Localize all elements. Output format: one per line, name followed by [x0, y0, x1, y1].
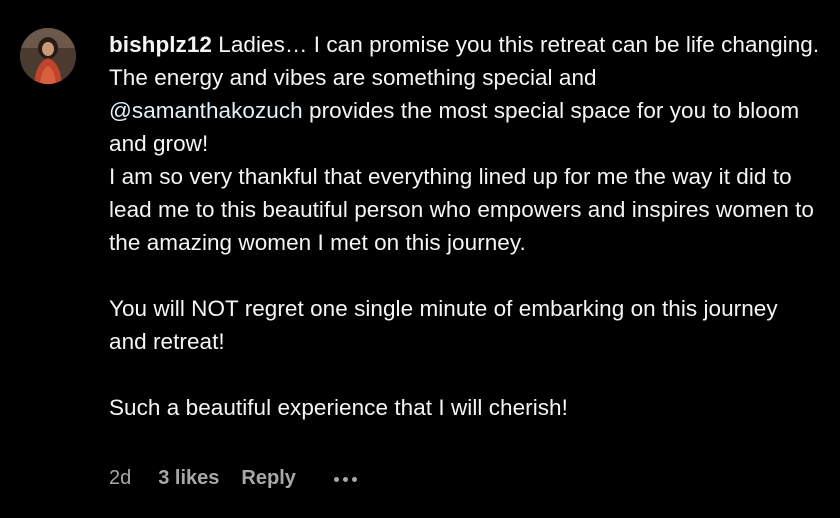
- dot: [342, 476, 348, 482]
- avatar-image: [20, 28, 76, 84]
- timestamp[interactable]: 2d: [109, 467, 131, 490]
- dot: [351, 476, 357, 482]
- mention-link[interactable]: @samanthakozuch: [109, 98, 303, 123]
- ellipsis-icon[interactable]: [333, 475, 357, 482]
- comment-body: bishplz12 Ladies… I can promise you this…: [109, 28, 821, 424]
- comment-footer: 2d 3 likes Reply: [109, 463, 357, 493]
- comment-text: The energy and vibes are something speci…: [109, 65, 597, 90]
- comment-paragraph: You will NOT regret one single minute of…: [109, 296, 778, 354]
- reply-button[interactable]: Reply: [241, 467, 295, 490]
- comment-paragraph: bishplz12 Ladies… I can promise you this…: [109, 28, 821, 259]
- comment: bishplz12 Ladies… I can promise you this…: [0, 0, 840, 518]
- comment-text: I am so very thankful that everything li…: [109, 164, 814, 255]
- likes-count-button[interactable]: 3 likes: [158, 467, 219, 490]
- avatar[interactable]: [20, 28, 76, 84]
- comment-paragraph: Such a beautiful experience that I will …: [109, 395, 568, 420]
- comment-text: Ladies… I can promise you this retreat c…: [218, 32, 820, 57]
- username-link[interactable]: bishplz12: [109, 32, 212, 57]
- dot: [333, 476, 339, 482]
